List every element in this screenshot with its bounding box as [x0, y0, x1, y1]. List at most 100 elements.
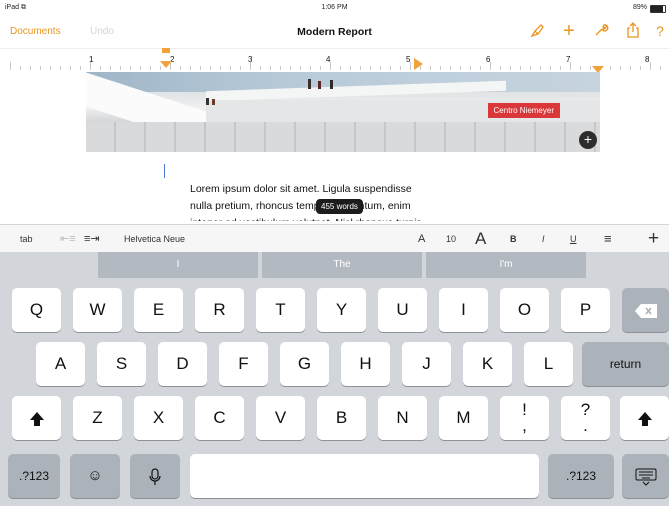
key-f[interactable]: F — [219, 342, 268, 386]
delete-key[interactable] — [622, 288, 669, 332]
shift-key-left[interactable] — [12, 396, 61, 440]
ruler-tick — [440, 66, 441, 70]
document-image[interactable]: Centro Niemeyer + — [86, 72, 600, 152]
ruler-tick — [100, 66, 101, 70]
prediction-item[interactable]: I'm — [426, 252, 586, 278]
numbers-key-left[interactable]: .?123 — [8, 454, 60, 498]
ruler-tick — [50, 66, 51, 70]
add-icon[interactable]: + — [560, 21, 578, 41]
key-a[interactable]: A — [36, 342, 85, 386]
align-icon[interactable]: ≡ — [604, 225, 612, 253]
key-p[interactable]: P — [561, 288, 610, 332]
add-media-icon[interactable]: + — [579, 131, 597, 149]
ruler-tick — [620, 66, 621, 70]
text-cursor — [164, 164, 165, 178]
key-j[interactable]: J — [402, 342, 451, 386]
share-icon[interactable] — [624, 22, 642, 40]
ruler-tick — [580, 66, 581, 70]
ruler-tick — [60, 66, 61, 70]
space-bar[interactable] — [190, 454, 539, 498]
key-v[interactable]: V — [256, 396, 305, 440]
key-y[interactable]: Y — [317, 288, 366, 332]
text-line: Lorem ipsum dolor sit amet. Ligula suspe… — [190, 183, 412, 195]
prediction-item[interactable]: I — [98, 252, 258, 278]
ruler-tick — [500, 66, 501, 70]
key-u[interactable]: U — [378, 288, 427, 332]
indent-icon[interactable]: ≡⇥ — [84, 225, 100, 253]
shift-key-right[interactable] — [620, 396, 669, 440]
key-question[interactable]: ? . — [561, 396, 610, 440]
ruler-tick — [640, 66, 641, 70]
return-key[interactable]: return — [582, 342, 669, 386]
hide-keyboard-icon[interactable] — [622, 454, 669, 498]
ruler-tick — [210, 66, 211, 70]
underline-button[interactable]: U — [570, 225, 577, 253]
paintbrush-icon[interactable] — [528, 22, 546, 40]
wrench-icon[interactable] — [592, 22, 610, 40]
insert-button[interactable]: + — [648, 225, 659, 253]
ruler-tick — [190, 66, 191, 70]
ruler-number: 4 — [326, 55, 331, 64]
key-c[interactable]: C — [195, 396, 244, 440]
keyboard: Q W E R T Y U I O P A S D F G H J K L re… — [0, 278, 669, 506]
key-q[interactable]: Q — [12, 288, 61, 332]
ruler-number: 3 — [248, 55, 253, 64]
emoji-icon[interactable]: ☺ — [70, 454, 120, 498]
bold-button[interactable]: B — [510, 225, 517, 253]
help-icon[interactable]: ? — [651, 22, 669, 40]
ruler-tick — [470, 66, 471, 70]
key-s[interactable]: S — [97, 342, 146, 386]
ruler-tick — [200, 66, 201, 70]
ruler-tick — [180, 66, 181, 70]
key-g[interactable]: G — [280, 342, 329, 386]
key-w[interactable]: W — [73, 288, 122, 332]
key-z[interactable]: Z — [73, 396, 122, 440]
status-bar: iPad ⧉ 1:06 PM 89% — [0, 0, 669, 16]
ruler-tick — [40, 66, 41, 70]
numbers-key-right[interactable]: .?123 — [548, 454, 614, 498]
key-l[interactable]: L — [524, 342, 573, 386]
key-h[interactable]: H — [341, 342, 390, 386]
ruler-tick — [660, 66, 661, 70]
ruler[interactable]: 1 2 3 4 5 6 7 8 — [0, 48, 669, 73]
ruler-tick — [240, 66, 241, 70]
battery-icon — [650, 5, 666, 13]
key-k[interactable]: K — [463, 342, 512, 386]
ruler-tick — [610, 66, 611, 70]
key-o[interactable]: O — [500, 288, 549, 332]
ruler-tick — [80, 66, 81, 70]
key-x[interactable]: X — [134, 396, 183, 440]
ruler-tick — [70, 66, 71, 70]
ruler-tick — [510, 66, 511, 70]
key-t[interactable]: T — [256, 288, 305, 332]
ruler-tick — [270, 66, 271, 70]
font-name-button[interactable]: Helvetica Neue — [124, 225, 185, 253]
key-r[interactable]: R — [195, 288, 244, 332]
key-d[interactable]: D — [158, 342, 207, 386]
tab-button[interactable]: tab — [20, 225, 33, 253]
key-n[interactable]: N — [378, 396, 427, 440]
ruler-tick — [590, 66, 591, 70]
microphone-icon[interactable] — [130, 454, 180, 498]
key-b[interactable]: B — [317, 396, 366, 440]
nav-bar: Documents Undo Modern Report + ? — [0, 16, 669, 48]
ruler-tick — [350, 66, 351, 70]
ruler-tick — [480, 66, 481, 70]
key-exclamation[interactable]: ! , — [500, 396, 549, 440]
word-count-badge[interactable]: 455 words — [316, 199, 363, 214]
ruler-tick — [220, 66, 221, 70]
key-m[interactable]: M — [439, 396, 488, 440]
first-line-indent-marker[interactable] — [160, 48, 172, 75]
font-size-value[interactable]: 10 — [446, 225, 456, 253]
outdent-icon[interactable]: ⇤≡ — [60, 225, 76, 253]
key-i[interactable]: I — [439, 288, 488, 332]
text-line: integer ad vestibulum volutpat. Nisl rho… — [190, 215, 480, 221]
decrease-font-size-button[interactable]: A — [418, 225, 425, 253]
key-e[interactable]: E — [134, 288, 183, 332]
ruler-tick — [260, 66, 261, 70]
italic-button[interactable]: I — [542, 225, 545, 253]
ruler-tick — [630, 66, 631, 70]
ruler-number: 1 — [89, 55, 94, 64]
increase-font-size-button[interactable]: A — [475, 225, 486, 253]
prediction-item[interactable]: The — [262, 252, 422, 278]
